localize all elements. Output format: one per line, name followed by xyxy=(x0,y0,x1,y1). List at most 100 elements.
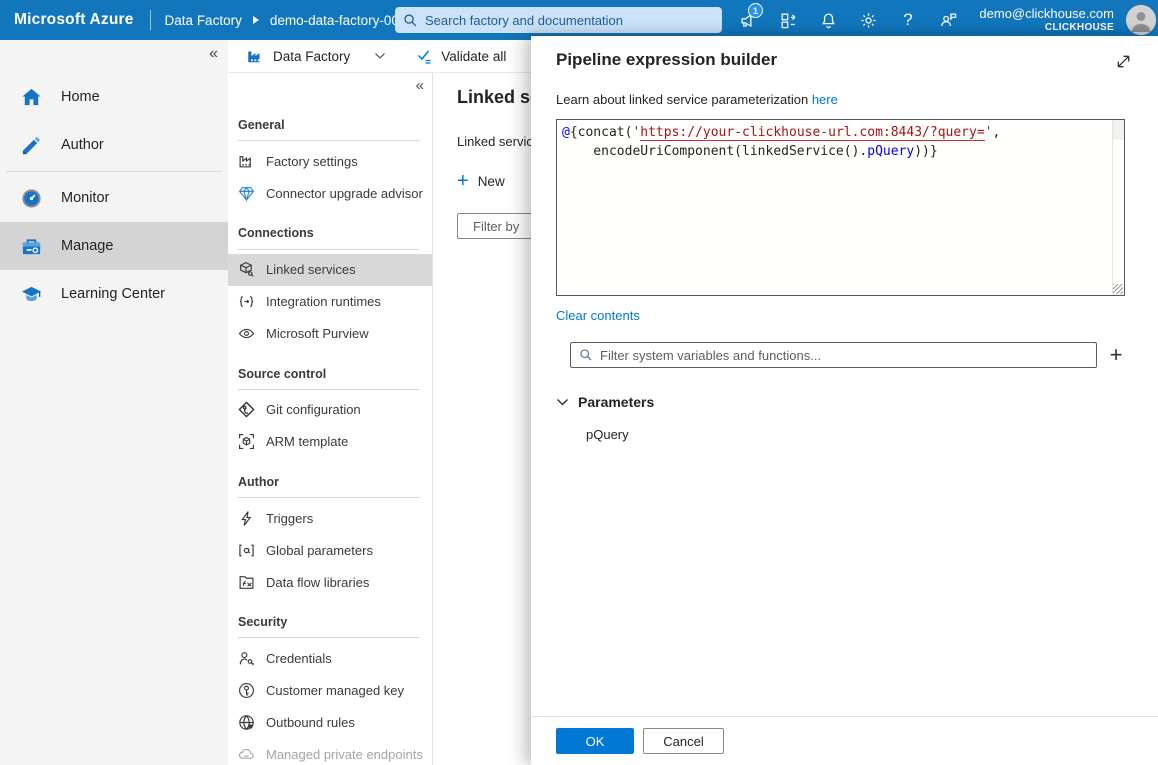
nav-item-author[interactable]: Author xyxy=(0,121,228,169)
nav-label: Home xyxy=(61,89,100,105)
editor-scrollbar[interactable] xyxy=(1112,120,1124,295)
function-filter-field[interactable] xyxy=(600,348,1088,363)
nav-item-manage[interactable]: Manage xyxy=(0,222,228,270)
nav-label: Learning Center xyxy=(61,286,165,302)
parameters-section-title: Parameters xyxy=(578,394,654,410)
sidebar-item-linked-services[interactable]: Linked services xyxy=(228,254,432,286)
section-divider xyxy=(238,497,420,498)
arm-template-icon xyxy=(238,433,255,450)
account-info[interactable]: demo@clickhouse.com CLICKHOUSE xyxy=(979,0,1114,40)
pipeline-expression-builder-panel: Pipeline expression builder Learn about … xyxy=(531,36,1158,765)
editor-resize-handle[interactable] xyxy=(1113,284,1123,294)
learn-text: Learn about linked service parameterizat… xyxy=(556,92,1134,107)
nav-label: Author xyxy=(61,137,104,153)
notification-badge: 1 xyxy=(748,3,763,18)
breadcrumb-factory[interactable]: demo-data-factory-00 xyxy=(270,13,399,28)
sidebar-item-label: Global parameters xyxy=(266,543,373,558)
section-divider xyxy=(238,140,420,141)
sidebar-item-label: Integration runtimes xyxy=(266,294,381,309)
feedback-button[interactable] xyxy=(928,0,968,40)
chevron-down-icon[interactable] xyxy=(374,52,386,60)
panel-title: Pipeline expression builder xyxy=(556,50,777,70)
sidebar-item-triggers[interactable]: Triggers xyxy=(228,502,432,534)
sidebar-item-credentials[interactable]: Credentials xyxy=(228,642,432,674)
section-title-author: Author xyxy=(228,458,432,490)
section-title-connections: Connections xyxy=(228,209,432,241)
factory-selector[interactable]: Data Factory xyxy=(246,47,350,65)
section-divider xyxy=(238,249,420,250)
sidebar-item-customer-managed-key[interactable]: Customer managed key xyxy=(228,674,432,706)
global-search-input[interactable] xyxy=(425,13,714,28)
nav-item-learning-center[interactable]: Learning Center xyxy=(0,270,228,318)
sidebar-item-git-configuration[interactable]: Git configuration xyxy=(228,394,432,426)
git-icon xyxy=(238,401,255,418)
manage-sidebar: « General Factory settings Connector upg… xyxy=(228,73,433,765)
sidebar-item-arm-template[interactable]: ARM template xyxy=(228,426,432,458)
code-url[interactable]: https://your-clickhouse-url.com:8443/?qu… xyxy=(640,125,984,141)
nav-item-home[interactable]: Home xyxy=(0,73,228,121)
sidebar-item-integration-runtimes[interactable]: Integration runtimes xyxy=(228,286,432,318)
sidebar-item-data-flow-libraries[interactable]: Data flow libraries xyxy=(228,566,432,598)
cancel-button[interactable]: Cancel xyxy=(643,728,724,754)
global-search[interactable] xyxy=(395,7,722,33)
add-expression-button[interactable]: + xyxy=(1102,342,1130,368)
ok-button[interactable]: OK xyxy=(556,728,634,754)
nav-item-monitor[interactable]: Monitor xyxy=(0,174,228,222)
factory-icon xyxy=(246,47,264,65)
expand-panel-button[interactable] xyxy=(1115,53,1132,70)
sidebar-item-label: Outbound rules xyxy=(266,715,355,730)
sidebar-item-factory-settings[interactable]: Factory settings xyxy=(228,145,432,177)
switch-workspace-button[interactable] xyxy=(768,0,808,40)
section-title-security: Security xyxy=(228,598,432,630)
sidebar-item-label: Credentials xyxy=(266,651,332,666)
clear-contents-link[interactable]: Clear contents xyxy=(556,308,640,323)
sidebar-item-global-parameters[interactable]: Global parameters xyxy=(228,534,432,566)
integration-runtimes-icon xyxy=(238,293,255,310)
graduation-cap-icon xyxy=(20,283,43,306)
chevron-down-icon xyxy=(556,398,569,407)
sidebar-item-label: ARM template xyxy=(266,434,348,449)
gauge-icon xyxy=(20,187,43,210)
announcements-button[interactable]: 1 xyxy=(728,0,768,40)
parameters-section-toggle[interactable]: Parameters xyxy=(556,394,1134,410)
validate-all-label: Validate all xyxy=(441,49,506,64)
help-button[interactable]: ? xyxy=(888,0,928,40)
global-parameters-icon xyxy=(238,542,255,559)
sidebar-item-outbound-rules[interactable]: Outbound rules xyxy=(228,706,432,738)
breadcrumb-app[interactable]: Data Factory xyxy=(165,13,242,28)
sidebar-item-label: Data flow libraries xyxy=(266,575,369,590)
sidebar-item-label: Factory settings xyxy=(266,154,358,169)
new-button-label: New xyxy=(478,174,505,189)
search-icon xyxy=(403,13,418,28)
sidebar-item-label: Git configuration xyxy=(266,402,361,417)
panel-footer: OK Cancel xyxy=(531,716,1158,765)
notifications-button[interactable] xyxy=(808,0,848,40)
avatar[interactable] xyxy=(1126,5,1156,35)
sidebar-item-label: Linked services xyxy=(266,262,356,277)
toolbox-icon xyxy=(20,235,43,258)
nav-label: Manage xyxy=(61,238,113,254)
diamond-icon xyxy=(238,185,255,202)
sidebar-item-managed-private-endpoints[interactable]: Managed private endpoints xyxy=(228,738,432,765)
sidebar-item-connector-upgrade-advisor[interactable]: Connector upgrade advisor xyxy=(228,177,432,209)
validate-check-icon xyxy=(416,48,433,65)
data-flow-libraries-icon xyxy=(238,574,255,591)
home-icon xyxy=(20,86,43,109)
breadcrumb-arrow-icon xyxy=(252,15,260,25)
validate-all-button[interactable]: Validate all xyxy=(416,48,506,65)
collapse-left-rail-button[interactable]: « xyxy=(209,45,218,63)
settings-button[interactable] xyxy=(848,0,888,40)
azure-logo[interactable]: Microsoft Azure xyxy=(0,11,150,29)
parameter-pquery[interactable]: pQuery xyxy=(556,427,1134,442)
sidebar-item-label: Customer managed key xyxy=(266,683,404,698)
globe-icon xyxy=(238,714,255,731)
sidebar-item-microsoft-purview[interactable]: Microsoft Purview xyxy=(228,318,432,350)
learn-link[interactable]: here xyxy=(812,92,838,107)
function-filter-input[interactable] xyxy=(570,342,1097,368)
left-nav-rail: « Home Author Monitor Manage Learning Ce… xyxy=(0,40,228,765)
sidebar-item-label: Triggers xyxy=(266,511,313,526)
collapse-sidebar-button[interactable]: « xyxy=(416,77,424,94)
linked-services-icon xyxy=(238,261,255,278)
expression-editor[interactable]: @{concat('https://your-clickhouse-url.co… xyxy=(556,119,1125,296)
sidebar-item-label: Connector upgrade advisor xyxy=(266,186,423,201)
